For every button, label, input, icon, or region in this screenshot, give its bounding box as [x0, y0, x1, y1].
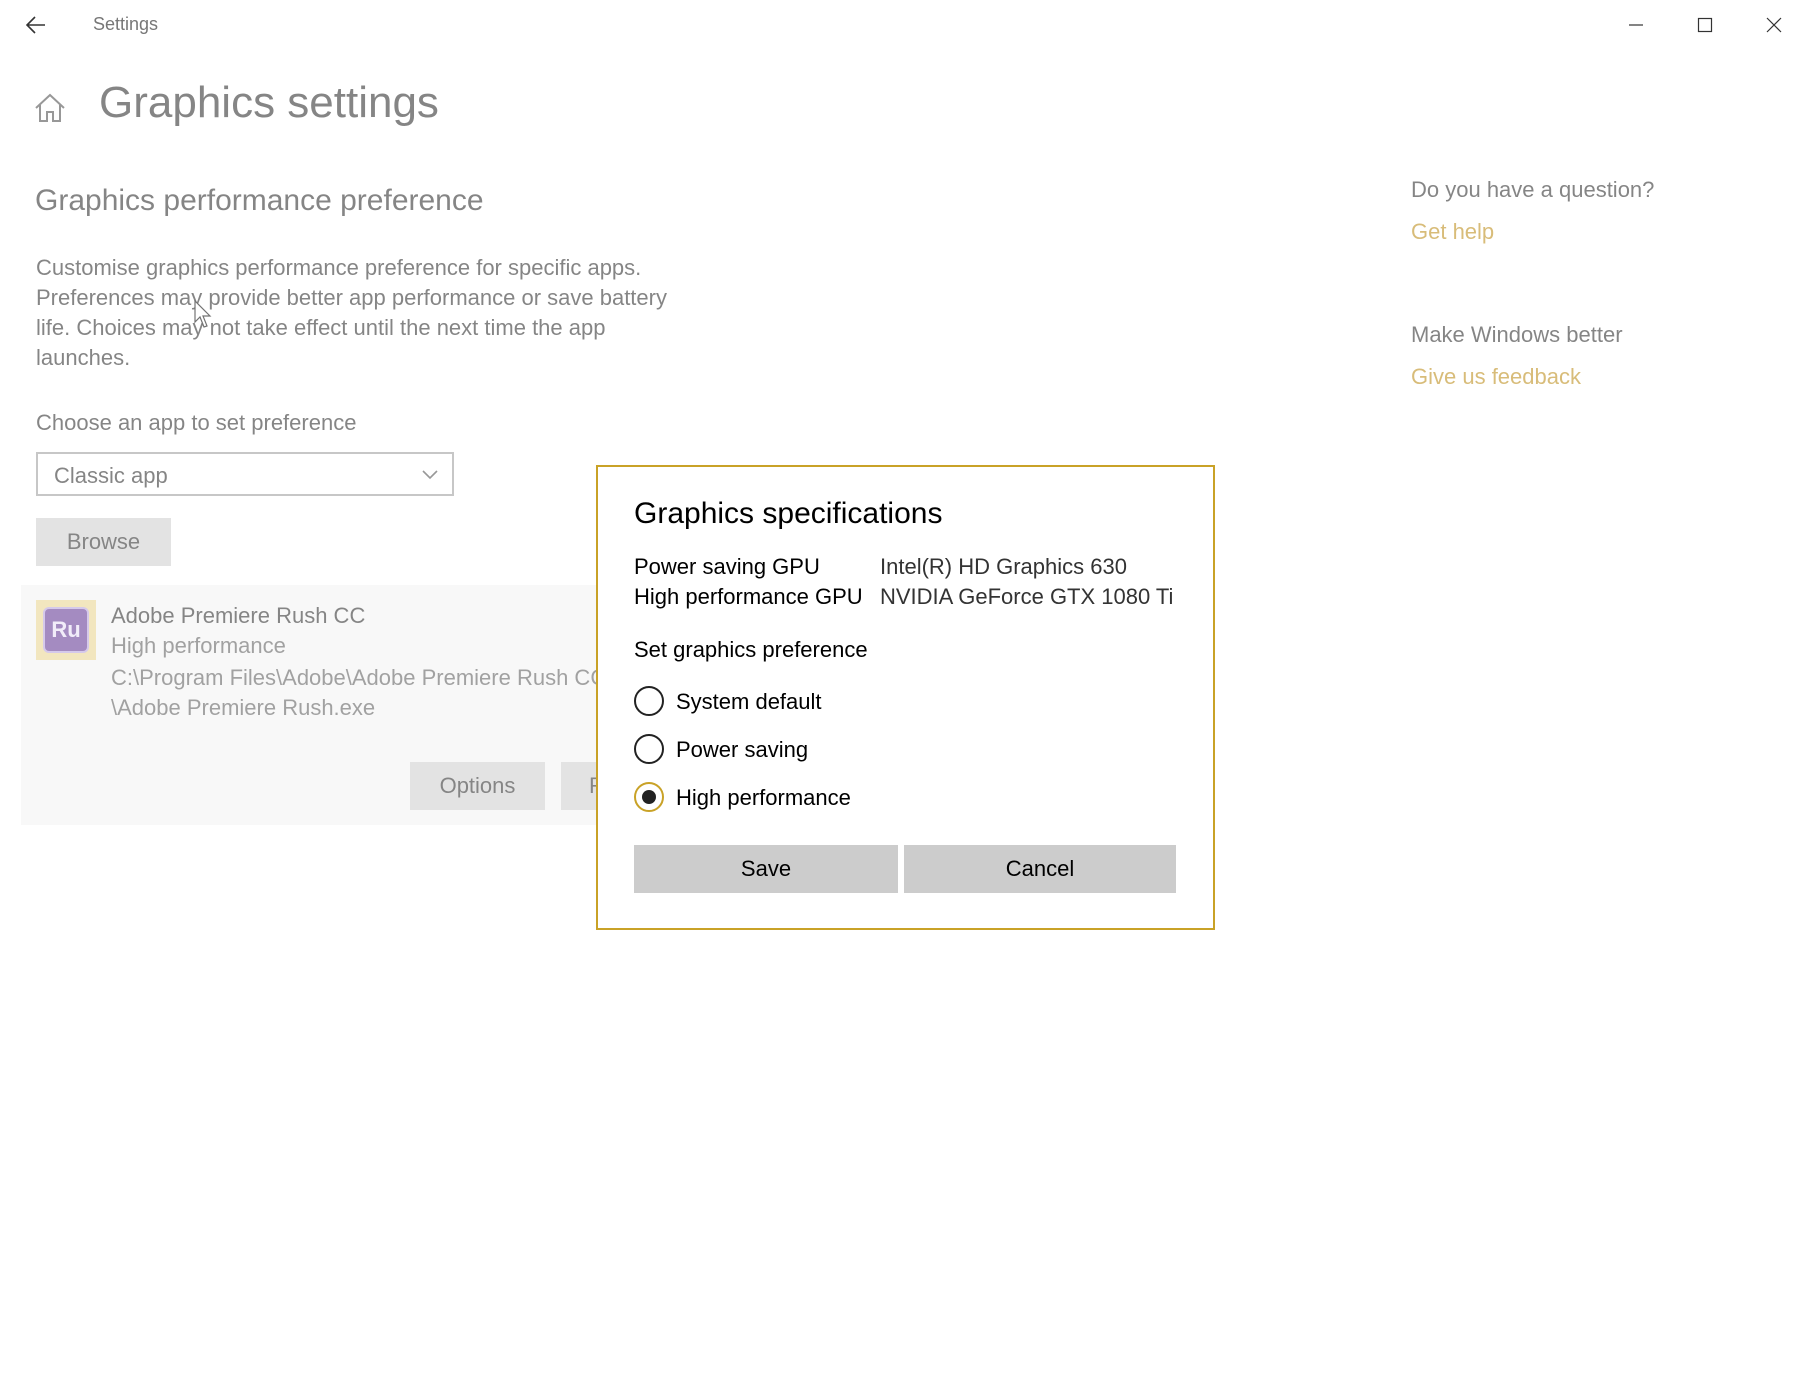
help-question: Do you have a question? [1411, 177, 1655, 202]
window-title: Settings [93, 14, 159, 34]
maximize-button[interactable] [1670, 0, 1739, 50]
title-bar: Settings [0, 0, 1801, 50]
browse-button[interactable]: Browse [36, 518, 171, 566]
back-arrow-icon [26, 16, 45, 34]
app-path-line-1: C:\Program Files\Adobe\Adobe Premiere Ru… [111, 665, 607, 690]
high-performance-gpu-label: High performance GPU [634, 584, 863, 609]
dropdown-value: Classic app [54, 463, 168, 488]
maximize-icon [1697, 17, 1712, 33]
dialog-title: Graphics specifications [634, 497, 943, 530]
set-preference-label: Set graphics preference [634, 637, 868, 662]
choose-app-label: Choose an app to set preference [36, 410, 357, 435]
app-type-dropdown[interactable]: Classic app [36, 452, 454, 496]
radio-label-system-default[interactable]: System default [676, 689, 822, 715]
radio-power-saving[interactable] [634, 734, 664, 764]
save-button[interactable]: Save [634, 845, 898, 893]
cancel-button[interactable]: Cancel [904, 845, 1176, 893]
close-button[interactable] [1739, 0, 1801, 50]
description-text: Customise graphics performance preferenc… [36, 255, 667, 370]
app-name: Adobe Premiere Rush CC [111, 603, 366, 628]
app-list-item[interactable]: Ru Adobe Premiere Rush CC High performan… [21, 585, 621, 825]
close-icon [1766, 17, 1781, 33]
radio-selected-dot [642, 790, 656, 804]
app-path: C:\Program Files\Adobe\Adobe Premiere Ru… [111, 663, 606, 723]
section-title: Graphics performance preference [35, 184, 484, 217]
app-path-line-2: \Adobe Premiere Rush.exe [111, 695, 376, 720]
home-button[interactable] [32, 90, 68, 126]
get-help-link[interactable]: Get help [1411, 219, 1494, 245]
app-preference: High performance [111, 633, 286, 658]
radio-system-default[interactable] [634, 686, 664, 716]
power-saving-gpu-label: Power saving GPU [634, 554, 820, 579]
chevron-down-icon [422, 470, 438, 480]
mouse-cursor-icon [194, 300, 212, 328]
power-saving-gpu-value: Intel(R) HD Graphics 630 [880, 554, 1127, 579]
make-windows-better-label: Make Windows better [1411, 322, 1623, 347]
premiere-rush-app-icon: Ru [36, 600, 96, 660]
minimize-button[interactable] [1601, 0, 1670, 50]
options-button[interactable]: Options [410, 762, 545, 810]
page-title: Graphics settings [99, 78, 439, 127]
home-icon [35, 93, 65, 122]
radio-label-high-performance[interactable]: High performance [676, 785, 851, 811]
minimize-icon [1628, 24, 1643, 26]
radio-high-performance[interactable] [634, 782, 664, 812]
back-button[interactable] [14, 6, 58, 44]
app-icon-badge: Ru [43, 607, 89, 653]
radio-label-power-saving[interactable]: Power saving [676, 737, 808, 763]
graphics-specifications-dialog: Graphics specifications Power saving GPU… [596, 465, 1215, 930]
give-feedback-link[interactable]: Give us feedback [1411, 364, 1581, 390]
high-performance-gpu-value: NVIDIA GeForce GTX 1080 Ti [880, 584, 1174, 609]
